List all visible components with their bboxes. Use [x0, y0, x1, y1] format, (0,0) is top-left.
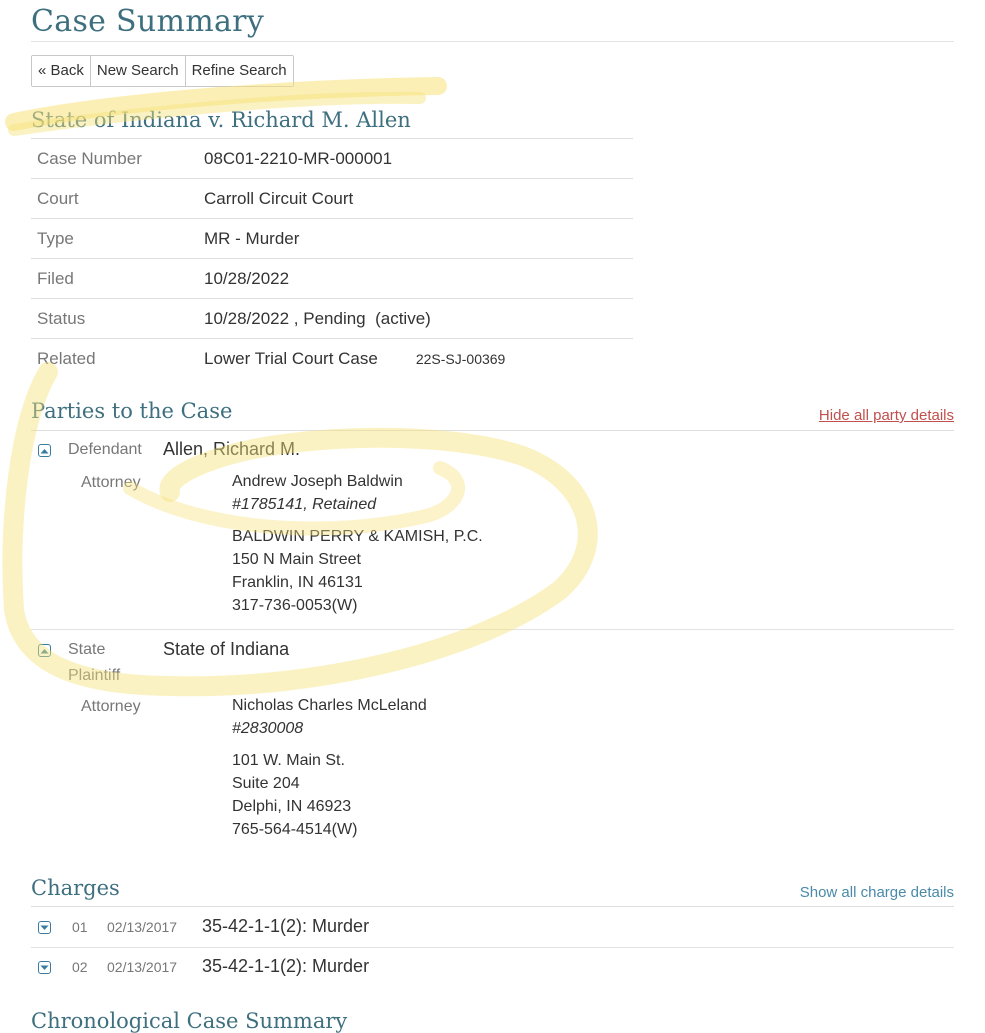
- filed-value: 10/28/2022: [198, 258, 633, 299]
- charge-01-date: 02/13/2017: [107, 919, 178, 935]
- status-value: 10/28/2022 , Pending (active): [198, 298, 633, 339]
- defendant-attorney-firm: BALDWIN PERRY & KAMISH, P.C.: [232, 528, 483, 545]
- filed-row: Filed 10/28/2022: [31, 258, 633, 299]
- type-value: MR - Murder: [198, 218, 633, 259]
- related-value-cell: Lower Trial Court Case 22S-SJ-00369: [198, 339, 633, 379]
- defendant-attorney-city: Franklin, IN 46131: [232, 574, 363, 591]
- defendant-attorney-phone: 317-736-0053(W): [232, 597, 358, 614]
- chronological-summary-title: Chronological Case Summary: [31, 1009, 348, 1033]
- page-title: Case Summary: [31, 4, 265, 39]
- show-charge-details-link[interactable]: Show all charge details: [800, 884, 954, 901]
- plaintiff-attorney-phone: 765-564-4514(W): [232, 821, 358, 838]
- chevron-up-icon: [40, 648, 49, 653]
- case-number-row: Case Number 08C01-2210-MR-000001: [31, 139, 633, 179]
- plaintiff-attorney-name: Nicholas Charles McLeland: [232, 697, 427, 714]
- plaintiff-role-line2: Plaintiff: [68, 667, 121, 684]
- chevron-down-icon: [40, 965, 49, 970]
- plaintiff-name: State of Indiana: [163, 639, 290, 659]
- case-title: State of Indiana v. Richard M. Allen: [31, 108, 411, 132]
- status-label: Status: [31, 298, 198, 339]
- case-info-table: Case Number 08C01-2210-MR-000001 Court C…: [31, 139, 633, 378]
- type-label: Type: [31, 218, 198, 259]
- parties-section-title: Parties to the Case: [31, 399, 233, 423]
- related-value: Lower Trial Court Case: [204, 348, 378, 368]
- defendant-attorney-street: 150 N Main Street: [232, 551, 361, 568]
- chevron-up-icon: [40, 448, 49, 453]
- new-search-button[interactable]: New Search: [90, 56, 186, 86]
- parties-divider: [31, 430, 954, 431]
- plaintiff-collapse-toggle[interactable]: [38, 644, 51, 657]
- case-number-label: Case Number: [31, 139, 198, 179]
- charge-02-number: 02: [72, 959, 88, 975]
- charge-02-expand-toggle[interactable]: [38, 961, 51, 974]
- charges-divider: [31, 906, 954, 907]
- charge-01-expand-toggle[interactable]: [38, 921, 51, 934]
- charge-02-description: 35-42-1-1(2): Murder: [202, 956, 370, 976]
- charge-divider: [31, 947, 954, 948]
- defendant-attorney-name: Andrew Joseph Baldwin: [232, 473, 403, 490]
- related-label: Related: [37, 348, 96, 368]
- back-button[interactable]: « Back: [32, 56, 91, 86]
- charge-02-date: 02/13/2017: [107, 959, 178, 975]
- navigation-button-group: « Back New Search Refine Search: [31, 55, 294, 87]
- plaintiff-attorney-city: Delphi, IN 46923: [232, 798, 352, 815]
- chevron-down-icon: [40, 925, 49, 930]
- court-label: Court: [31, 178, 198, 219]
- plaintiff-attorney-street: 101 W. Main St.: [232, 752, 345, 769]
- related-case-number: 22S-SJ-00369: [415, 350, 506, 367]
- defendant-collapse-toggle[interactable]: [38, 444, 51, 457]
- charges-section-title: Charges: [31, 876, 120, 900]
- plaintiff-attorney-id: #2830008: [232, 720, 304, 737]
- hide-party-details-link[interactable]: Hide all party details: [819, 407, 954, 424]
- charge-01-number: 01: [72, 919, 88, 935]
- plaintiff-role-line1: State: [68, 641, 106, 658]
- refine-search-button[interactable]: Refine Search: [185, 56, 293, 86]
- title-divider: [31, 41, 954, 42]
- status-row: Status 10/28/2022 , Pending (active): [31, 298, 633, 339]
- related-row: Related Lower Trial Court Case 22S-SJ-003…: [31, 339, 633, 379]
- defendant-attorney-label: Attorney: [81, 474, 141, 491]
- type-row: Type MR - Murder: [31, 218, 633, 259]
- party-divider: [31, 629, 954, 630]
- defendant-role: Defendant: [68, 441, 142, 458]
- plaintiff-attorney-suite: Suite 204: [232, 775, 300, 792]
- court-value: Carroll Circuit Court: [198, 178, 633, 219]
- defendant-attorney-id: #1785141, Retained: [232, 496, 377, 513]
- court-row: Court Carroll Circuit Court: [31, 178, 633, 219]
- defendant-name: Allen, Richard M.: [163, 439, 301, 459]
- filed-label: Filed: [31, 258, 198, 299]
- plaintiff-attorney-label: Attorney: [81, 698, 141, 715]
- charge-01-description: 35-42-1-1(2): Murder: [202, 916, 370, 936]
- case-number-value: 08C01-2210-MR-000001: [198, 139, 633, 179]
